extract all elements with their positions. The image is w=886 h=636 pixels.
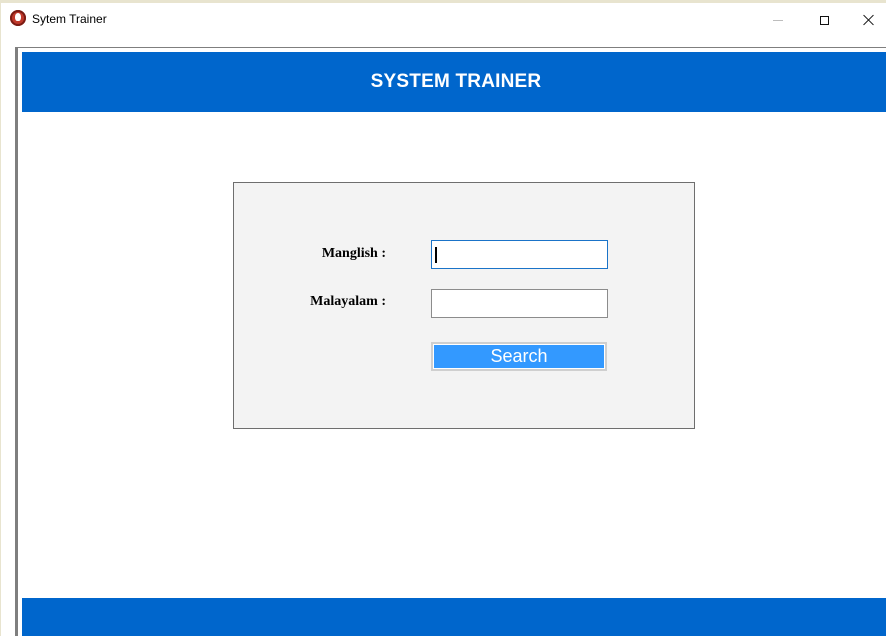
manglish-label: Manglish : <box>321 246 386 261</box>
maximize-icon <box>819 15 829 25</box>
minimize-icon <box>773 19 783 21</box>
window-title: Sytem Trainer <box>32 12 107 26</box>
app-window: Sytem Trainer SYSTEM TRAINER Manglish : … <box>0 0 886 636</box>
search-button[interactable]: Search <box>431 342 607 371</box>
malayalam-label: Malayalam : <box>310 294 386 309</box>
mic-icon <box>10 10 26 26</box>
close-button[interactable] <box>847 7 886 33</box>
search-panel: Manglish : Malayalam : Search <box>233 182 695 429</box>
maximize-button[interactable] <box>802 7 846 33</box>
minimize-button[interactable] <box>756 7 800 33</box>
client-area: SYSTEM TRAINER Manglish : Malayalam : Se… <box>15 47 886 636</box>
header-banner: SYSTEM TRAINER <box>22 52 886 112</box>
footer-banner <box>22 598 886 636</box>
malayalam-input[interactable] <box>431 289 608 318</box>
page-title: SYSTEM TRAINER <box>370 71 542 92</box>
manglish-input[interactable] <box>431 240 608 269</box>
close-icon <box>863 14 875 26</box>
text-caret <box>435 247 437 263</box>
title-bar[interactable]: Sytem Trainer <box>1 3 886 37</box>
